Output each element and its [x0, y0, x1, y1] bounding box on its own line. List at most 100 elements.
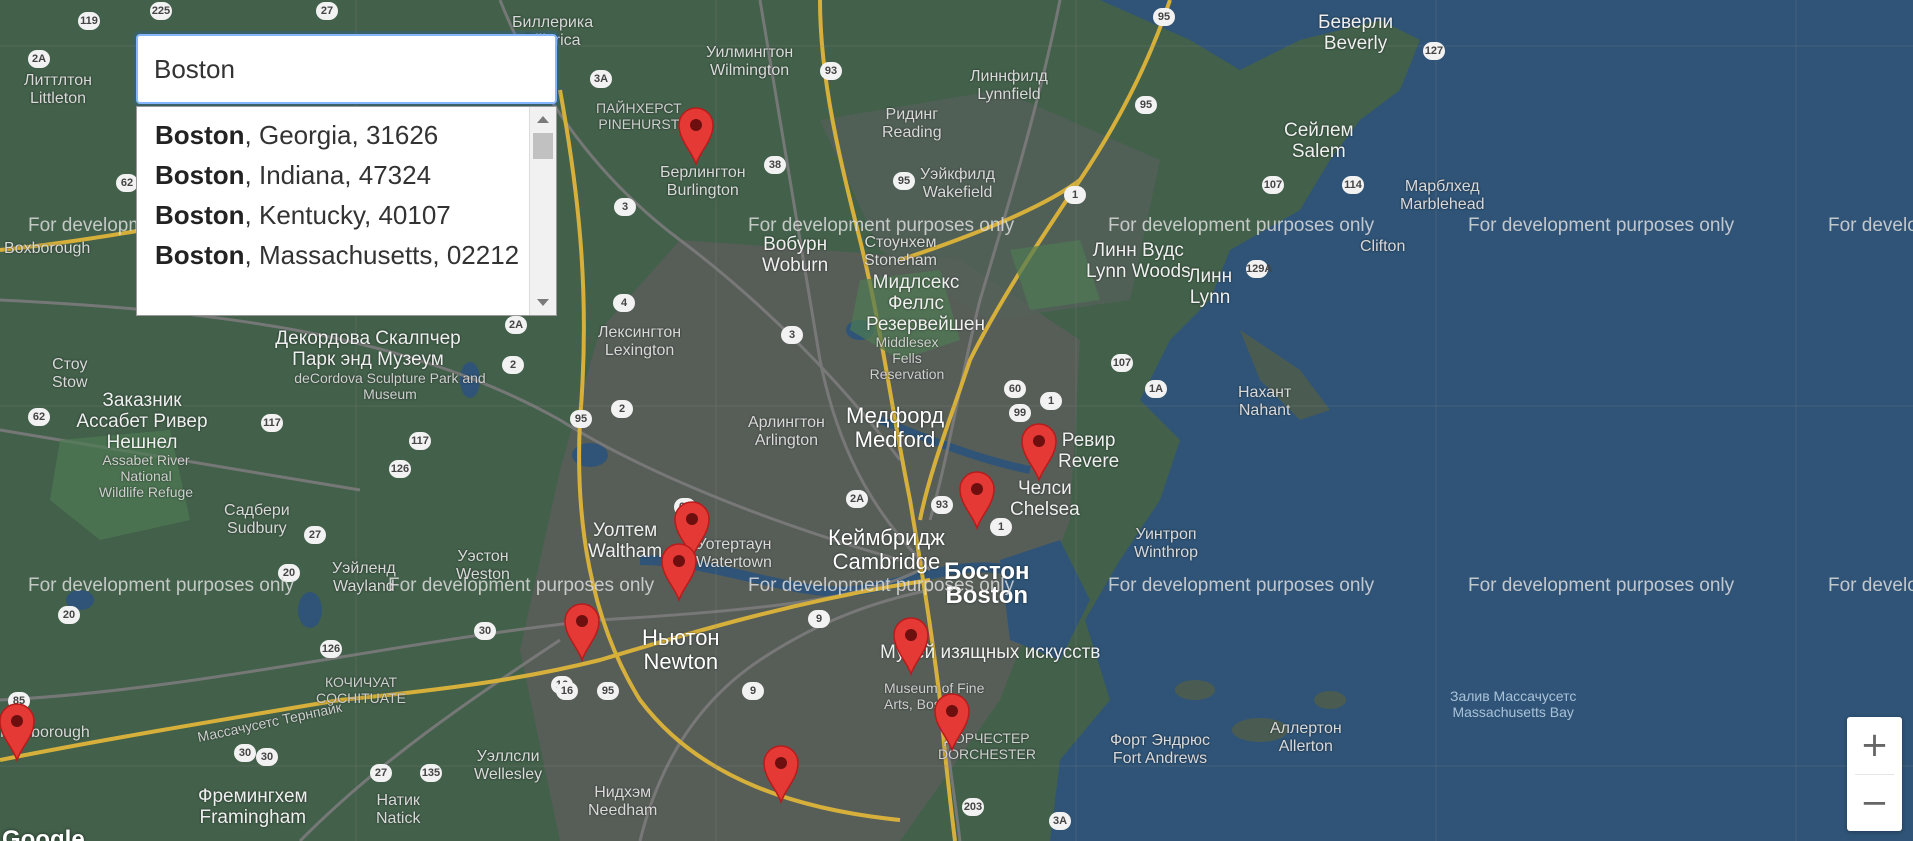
map-pin-icon [763, 745, 799, 804]
route-shield: 38 [764, 156, 786, 174]
label-middlesex-fells-en: Middlesex Fells Reservation [869, 334, 945, 382]
map-pin-icon [893, 617, 929, 676]
suggestion-match: Boston [155, 200, 245, 230]
route-shield: 95 [893, 172, 915, 190]
route-shield: 203 [962, 798, 984, 816]
route-shield: 27 [316, 2, 338, 20]
map-pin-icon [959, 471, 995, 530]
label-decordova: Декордова Скалпчер Парк энд Музеум [275, 328, 461, 370]
route-shield: 20 [58, 606, 80, 624]
route-shield: 62 [116, 174, 138, 192]
label-salem: Сейлем Salem [1284, 120, 1354, 162]
marker-newton[interactable] [563, 602, 601, 662]
suggestion-item[interactable]: Boston, Georgia, 31626 [155, 115, 527, 155]
label-chelsea: Челси Chelsea [1010, 478, 1080, 520]
route-shield: 1 [1064, 186, 1086, 204]
label-revere: Ревир Revere [1058, 430, 1120, 472]
suggestion-item[interactable]: Boston, Kentucky, 40107 [155, 195, 527, 235]
label-wellesley: Уэллсли Wellesley [474, 748, 543, 783]
route-shield: 129A [1246, 260, 1272, 278]
dropdown-scrollbar[interactable] [529, 107, 556, 315]
route-shield: 127 [1423, 42, 1445, 60]
suggestion-rest: , Georgia, 31626 [244, 120, 439, 150]
map-pin-icon [564, 603, 600, 662]
marker-needham[interactable] [762, 744, 800, 804]
route-shield: 3 [614, 198, 636, 216]
label-mass-bay: Залив Массачусетс Massachusetts Bay [1450, 688, 1577, 720]
marker-marlborough[interactable] [0, 702, 36, 762]
map-pin-icon [1021, 423, 1057, 482]
marker-watertown-2[interactable] [660, 542, 698, 602]
route-shield: 1 [1040, 392, 1062, 410]
label-sudbury: Садбери Sudbury [224, 502, 290, 537]
google-logo[interactable]: Google [2, 826, 85, 841]
route-shield: 126 [389, 460, 411, 478]
route-shield: 117 [409, 432, 431, 450]
label-stoneham: Стоунхем Stoneham [864, 234, 937, 269]
route-shield: 95 [1135, 96, 1157, 114]
label-cambridge: Кеймбридж Cambridge [828, 525, 945, 574]
label-assabet-en: Assabet River National Wildlife Refuge [98, 452, 194, 500]
label-woburn: Вобурн Woburn [762, 234, 829, 276]
route-shield: 225 [150, 2, 172, 20]
location-search: Boston, Georgia, 31626Boston, Indiana, 4… [136, 34, 557, 316]
dev-watermark: For development purposes only [388, 575, 655, 596]
search-input[interactable] [136, 34, 557, 104]
route-shield: 3A [590, 70, 612, 88]
label-waltham: Уолтем Waltham [588, 520, 663, 562]
route-shield: 119 [78, 12, 100, 30]
route-shield: 9 [742, 682, 764, 700]
route-shield: 1A [1145, 380, 1167, 398]
route-shield: 114 [1342, 176, 1364, 194]
route-shield: 4 [613, 294, 635, 312]
scroll-thumb[interactable] [533, 133, 553, 159]
map-pin-icon [678, 107, 714, 166]
label-lynnfield: Линнфилд Lynnfield [970, 68, 1048, 103]
route-shield: 16 [556, 682, 578, 700]
scroll-down-icon[interactable] [537, 299, 549, 306]
label-stow: Стоу Stow [52, 356, 88, 391]
route-shield: 2A [505, 316, 527, 334]
marker-chelsea[interactable] [958, 470, 996, 530]
zoom-out-button[interactable]: − [1847, 775, 1902, 831]
label-pinehurst: ПАЙНХЕРСТ PINEHURST [596, 100, 682, 132]
suggestion-rest: , Massachusetts, 02212 [244, 240, 520, 270]
label-nahant: Нахант Nahant [1238, 384, 1292, 419]
dev-watermark: For development purposes only [1828, 215, 1913, 236]
label-wayland: Уэйленд Wayland [332, 560, 396, 595]
autocomplete-dropdown[interactable]: Boston, Georgia, 31626 Boston, Indiana, 4… [136, 106, 557, 316]
route-shield: 93 [931, 496, 953, 514]
map-pin-icon [934, 693, 970, 752]
zoom-control: + − [1847, 717, 1902, 831]
label-lexington: Лексингтон Lexington [598, 324, 682, 359]
route-shield: 95 [1153, 8, 1175, 26]
label-decordova-en: deCordova Sculpture Park and Museum [294, 370, 486, 402]
label-fort-andrews: Форт Эндрюс Fort Andrews [1110, 732, 1210, 767]
label-lynn: Линн Lynn [1188, 266, 1233, 308]
label-wilmington: Уилмингтон Wilmington [706, 44, 794, 79]
route-shield: 117 [261, 414, 283, 432]
label-natick: Натик Natick [376, 792, 421, 827]
route-shield: 60 [1004, 380, 1026, 398]
marker-burlington[interactable] [677, 106, 715, 166]
marker-revere[interactable] [1020, 422, 1058, 482]
label-framingham: Фремингхем Framingham [198, 786, 308, 828]
route-shield: 2 [502, 356, 524, 374]
map-pin-icon [661, 543, 697, 602]
marker-mfa[interactable] [892, 616, 930, 676]
route-shield: 30 [234, 744, 256, 762]
label-burlington: Берлингтон Burlington [660, 164, 746, 199]
zoom-in-button[interactable]: + [1847, 717, 1902, 773]
route-shield: 62 [28, 408, 50, 426]
label-newton: Ньютон Newton [642, 625, 720, 674]
marker-dorchester[interactable] [933, 692, 971, 752]
dev-watermark: For development purposes only [1468, 215, 1735, 236]
route-shield: 2A [846, 490, 868, 508]
label-reading: Ридинг Reading [882, 106, 942, 141]
map-pin-icon [0, 703, 35, 762]
scroll-up-icon[interactable] [537, 116, 549, 123]
suggestion-list: Boston, Georgia, 31626 Boston, Indiana, 4… [137, 107, 527, 275]
suggestion-item[interactable]: Boston, Massachusetts, 02212 [155, 235, 527, 275]
suggestion-item[interactable]: Boston, Indiana, 47324 [155, 155, 527, 195]
label-wakefield: Уэйкфилд Wakefield [920, 166, 996, 201]
